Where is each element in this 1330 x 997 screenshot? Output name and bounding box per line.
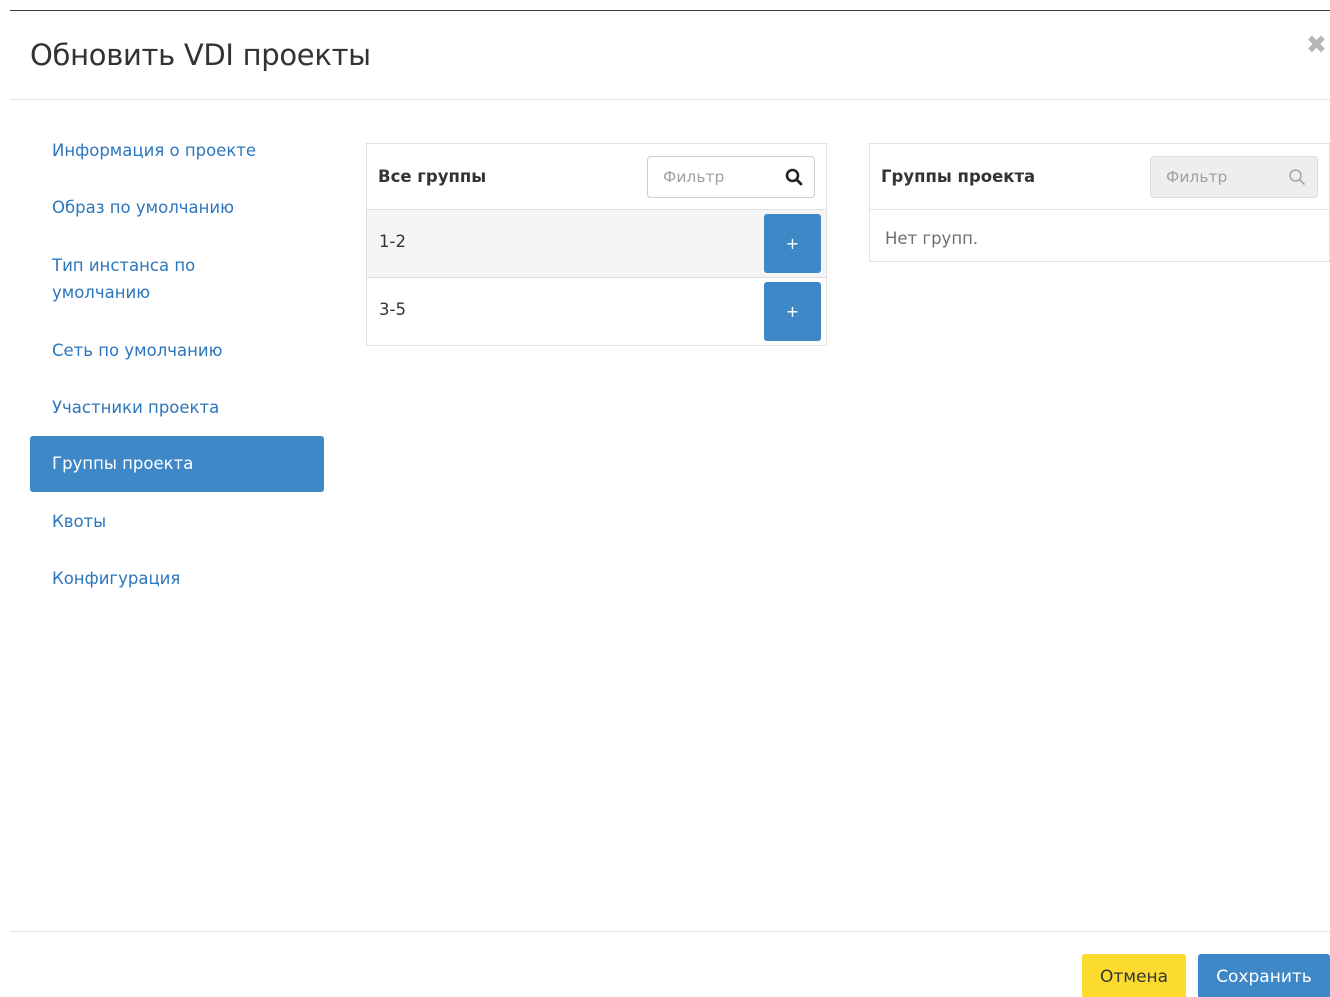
project-groups-header: Группы проекта: [870, 144, 1329, 210]
nav-item-default-network[interactable]: Сеть по умолчанию: [30, 322, 324, 379]
project-groups-filter: [1150, 156, 1318, 198]
group-name: 1-2: [379, 232, 406, 251]
nav-item-quotas[interactable]: Квоты: [30, 492, 324, 550]
nav-item-project-info[interactable]: Информация о проекте: [30, 122, 324, 179]
add-group-button[interactable]: +: [764, 282, 821, 341]
group-name: 3-5: [379, 300, 406, 319]
all-groups-title: Все группы: [378, 167, 487, 186]
nav-item-default-flavor[interactable]: Тип инстанса по умолчанию: [30, 236, 324, 322]
save-button[interactable]: Сохранить: [1198, 954, 1330, 997]
empty-state-text: Нет групп.: [885, 229, 979, 248]
footer-divider: [10, 931, 1330, 932]
all-groups-filter[interactable]: [647, 156, 815, 198]
top-divider: [10, 10, 1330, 11]
all-groups-filter-input[interactable]: [648, 157, 778, 197]
close-icon[interactable]: ✖: [1306, 32, 1327, 57]
all-groups-panel: Все группы 1-2 + 3-5 +: [366, 143, 827, 346]
all-groups-header: Все группы: [367, 144, 826, 210]
project-groups-title: Группы проекта: [881, 167, 1036, 186]
project-groups-panel: Группы проекта Нет групп.: [869, 143, 1330, 262]
nav-item-project-groups[interactable]: Группы проекта: [30, 436, 324, 492]
nav-item-configuration[interactable]: Конфигурация: [30, 550, 324, 607]
nav-item-default-image[interactable]: Образ по умолчанию: [30, 179, 324, 236]
wizard-nav: Информация о проекте Образ по умолчанию …: [30, 122, 324, 607]
cancel-button[interactable]: Отмена: [1082, 954, 1186, 997]
modal-title: Обновить VDI проекты: [30, 38, 371, 72]
table-row: 3-5 +: [367, 278, 826, 346]
nav-item-project-members[interactable]: Участники проекта: [30, 379, 324, 436]
header-divider: [10, 99, 1330, 100]
project-groups-filter-input: [1151, 157, 1281, 197]
table-row: 1-2 +: [367, 210, 826, 278]
add-group-button[interactable]: +: [764, 214, 821, 273]
search-icon: [1289, 169, 1305, 185]
search-icon[interactable]: [785, 168, 803, 186]
